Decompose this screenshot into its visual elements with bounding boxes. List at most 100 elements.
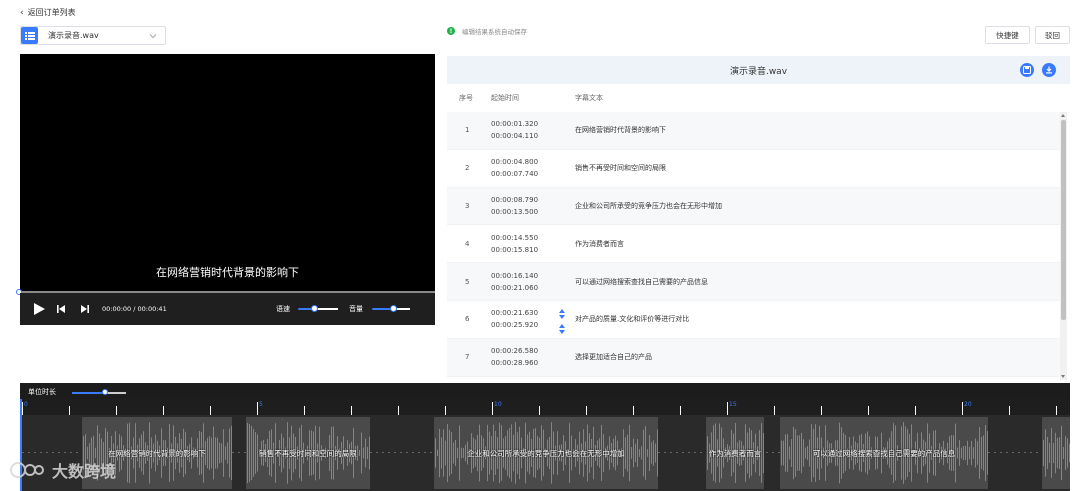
row-end-time: 00:00:25.920 <box>491 321 539 330</box>
ruler-tick-label: 15 <box>729 401 737 408</box>
row-text[interactable]: 作为消费者而言 <box>575 239 1060 249</box>
autosave-text: 编辑结果系统自动保存 <box>462 28 527 36</box>
ruler-tick <box>633 406 634 415</box>
row-end-time: 00:00:21.060 <box>491 283 539 292</box>
ruler-tick <box>680 406 681 415</box>
ruler-tick <box>304 406 305 415</box>
adjust-up-icon[interactable] <box>559 323 565 328</box>
row-start-time: 00:00:21.630 <box>491 309 539 318</box>
ruler-tick <box>727 402 728 415</box>
subtitle-panel-scrollbar[interactable] <box>1060 112 1067 380</box>
timeline-segment[interactable]: 企业和公司所承受的竞争压力也会在无形中增加 <box>434 417 658 489</box>
row-index: 7 <box>465 353 470 362</box>
volume-slider-handle[interactable] <box>390 305 397 312</box>
timeline-ruler[interactable]: 0 5 10 15 20 <box>20 399 1070 415</box>
chevron-down-icon <box>149 33 157 38</box>
table-row[interactable]: 5 00:00:16.140 00:00:21.060 可以通过网络搜索查找自己需… <box>447 263 1060 301</box>
row-time[interactable]: 00:00:16.140 00:00:21.060 <box>491 270 575 294</box>
file-select[interactable]: 演示录音.wav <box>20 26 166 45</box>
table-row[interactable]: 7 00:00:26.580 00:00:28.960 选择更加适合自己的产品 <box>447 338 1060 377</box>
ruler-tick-label: 0 <box>24 401 28 408</box>
scroll-up-icon[interactable] <box>1061 114 1065 117</box>
row-start-time: 00:00:16.140 <box>491 271 539 280</box>
ruler-tick <box>210 406 211 415</box>
table-row-selected[interactable]: 6 00:00:21.630 00:00:25.920 对产品的质量.文化和评价等… <box>447 301 1060 339</box>
adjust-down-icon[interactable] <box>559 329 565 334</box>
ruler-tick <box>22 402 23 415</box>
ruler-tick <box>962 402 963 415</box>
ruler-tick-label: 20 <box>964 401 972 408</box>
volume-label: 音量 <box>349 305 363 313</box>
ruler-tick <box>351 406 352 415</box>
table-row[interactable]: 2 00:00:04.800 00:00:07.740 销售不再受时间和空间的局限 <box>447 150 1060 188</box>
table-row[interactable]: 4 00:00:14.550 00:00:15.810 作为消费者而言 <box>447 225 1060 264</box>
subtitle-panel-title: 演示录音.wav <box>729 66 788 77</box>
scrollbar-thumb[interactable] <box>1061 120 1066 320</box>
row-text[interactable]: 选择更加适合自己的产品 <box>575 352 1060 362</box>
file-select-value: 演示录音.wav <box>48 31 99 40</box>
scroll-down-icon[interactable] <box>1061 375 1065 378</box>
timeline-toolbar: 单位时长 <box>20 383 1070 399</box>
row-text[interactable]: 销售不再受时间和空间的局限 <box>575 163 1060 173</box>
segment-text: 企业和公司所承受的竞争压力也会在无形中增加 <box>467 448 625 458</box>
segment-text: 可以通过网络搜索查找自己需要的产品信息 <box>812 448 956 458</box>
ruler-tick <box>586 406 587 415</box>
autosave-notice: ! 编辑结果系统自动保存 <box>447 26 527 36</box>
adjust-up-icon[interactable] <box>559 308 565 313</box>
back-link-label: 返回订单列表 <box>27 8 76 17</box>
row-index: 5 <box>465 277 470 286</box>
next-icon[interactable] <box>80 304 90 314</box>
row-end-time: 00:00:13.500 <box>491 207 539 216</box>
table-row[interactable]: 1 00:00:01.320 00:00:04.110 在网络营销时代背景的影响下 <box>447 112 1060 150</box>
row-time[interactable]: 00:00:01.320 00:00:04.110 <box>491 118 575 142</box>
row-time[interactable]: 00:00:04.800 00:00:07.740 <box>491 156 575 180</box>
row-start-time: 00:00:01.320 <box>491 120 539 129</box>
timeline-segment[interactable] <box>1042 417 1070 489</box>
ruler-tick <box>1009 406 1010 415</box>
speed-slider-handle[interactable] <box>311 305 318 312</box>
row-text[interactable]: 在网络营销时代背景的影响下 <box>575 125 1060 135</box>
timeline-segment[interactable]: 可以通过网络搜索查找自己需要的产品信息 <box>780 417 988 489</box>
row-time[interactable]: 00:00:14.550 00:00:15.810 <box>491 232 575 256</box>
time-adjust-arrows[interactable] <box>559 308 567 334</box>
player-controls: 00:00:00 / 00:00:41 语速 音量 <box>20 293 435 325</box>
volume-slider[interactable] <box>372 305 410 312</box>
row-time[interactable]: 00:00:08.790 00:00:13.500 <box>491 194 575 218</box>
row-text[interactable]: 企业和公司所承受的竞争压力也会在无形中增加 <box>575 201 1060 211</box>
waveform-timeline[interactable]: 单位时长 0 5 10 15 20 在网络营销时代背景的影响下 销售不再受时间和空间的局… <box>20 383 1070 491</box>
ruler-tick <box>868 406 869 415</box>
row-time[interactable]: 00:00:26.580 00:00:28.960 <box>491 345 575 369</box>
back-to-order-list-link[interactable]: ‹ 返回订单列表 <box>20 7 76 18</box>
ruler-tick <box>821 406 822 415</box>
timeline-segment[interactable]: 作为消费者而言 <box>706 417 764 489</box>
table-row[interactable]: 3 00:00:08.790 00:00:13.500 企业和公司所承受的竞争压力… <box>447 187 1060 226</box>
download-icon[interactable] <box>1042 63 1056 77</box>
row-text[interactable]: 可以通过网络搜索查找自己需要的产品信息 <box>575 277 1060 287</box>
timeline-segment[interactable]: 销售不再受时间和空间的局限 <box>246 417 370 489</box>
list-icon[interactable] <box>21 27 38 44</box>
row-start-time: 00:00:14.550 <box>491 233 539 242</box>
save-icon[interactable] <box>1020 63 1034 77</box>
video-player[interactable]: 在网络营销时代背景的影响下 <box>20 54 435 291</box>
row-start-time: 00:00:08.790 <box>491 195 539 204</box>
segment-waveform <box>1043 425 1070 481</box>
segment-text: 销售不再受时间和空间的局限 <box>259 448 357 458</box>
unit-duration-label: 单位时长 <box>28 388 56 396</box>
ruler-tick <box>116 406 117 415</box>
row-index: 2 <box>465 164 470 173</box>
adjust-down-icon[interactable] <box>559 314 565 319</box>
playback-time: 00:00:00 / 00:00:41 <box>102 305 167 313</box>
play-icon[interactable] <box>32 302 46 316</box>
reject-button[interactable]: 驳回 <box>1035 26 1070 44</box>
unit-duration-slider[interactable] <box>72 389 126 395</box>
row-end-time: 00:00:15.810 <box>491 245 539 254</box>
previous-icon[interactable] <box>56 304 66 314</box>
ruler-tick <box>915 406 916 415</box>
ruler-tick <box>774 406 775 415</box>
column-header-start: 起始时间 <box>491 94 519 102</box>
shortcut-button[interactable]: 快捷键 <box>985 26 1030 44</box>
row-text[interactable]: 对产品的质量.文化和评价等进行对比 <box>575 314 1060 324</box>
speed-slider[interactable] <box>298 305 338 312</box>
unit-duration-slider-handle[interactable] <box>102 389 108 395</box>
row-start-time: 00:00:04.800 <box>491 158 539 167</box>
